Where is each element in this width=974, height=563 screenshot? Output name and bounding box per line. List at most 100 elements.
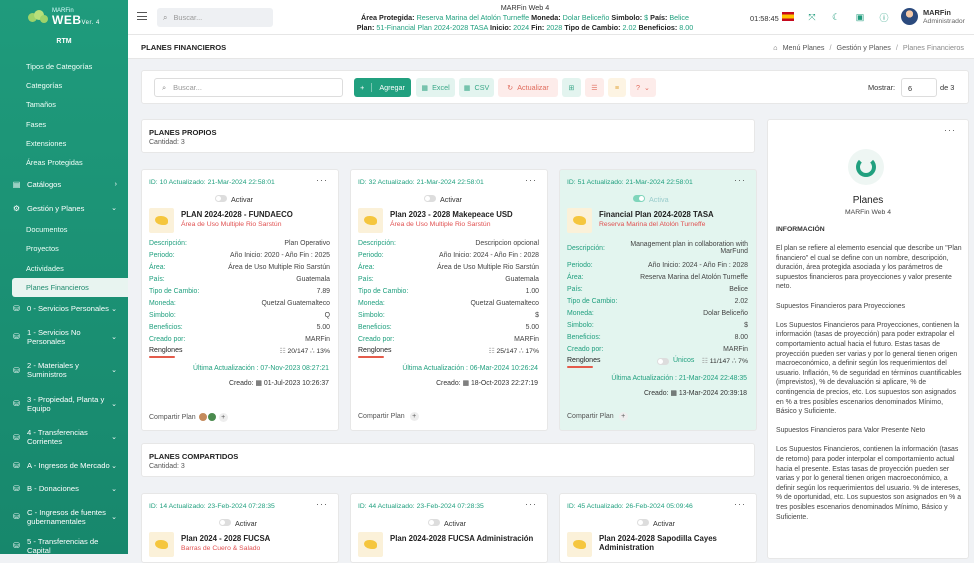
active-toggle[interactable] bbox=[428, 519, 440, 526]
sidebar-item-tipos-categorias[interactable]: Tipos de Categorías bbox=[0, 57, 128, 76]
sidebar-item-areas-protegidas[interactable]: Áreas Protegidas bbox=[0, 153, 128, 172]
share-plan[interactable]: Compartir Plan + bbox=[567, 412, 628, 421]
section-count: Cantidad: 3 bbox=[149, 463, 185, 470]
more-icon[interactable]: ··· bbox=[316, 175, 328, 185]
clipboard-icon[interactable]: ▣ bbox=[854, 11, 866, 23]
sidebar-group-label: A - Ingresos de Mercado bbox=[27, 461, 110, 471]
active-toggle[interactable] bbox=[637, 519, 649, 526]
detail-view-button[interactable]: ≡ bbox=[608, 78, 626, 97]
field-label: Creado por: bbox=[567, 346, 604, 354]
active-toggle[interactable] bbox=[215, 195, 227, 202]
sidebar-item-documentos[interactable]: Documentos bbox=[0, 220, 128, 239]
org-label: RTM bbox=[56, 38, 72, 45]
sidebar-group-b[interactable]: ⛁ B - Donaciones ⌄ bbox=[0, 478, 128, 500]
field-value: 1.00 bbox=[525, 287, 539, 295]
sidebar-group-label: C - Ingresos de fuentes gubernamentales bbox=[27, 507, 106, 526]
shared-plan-card[interactable]: ID: 45 Actualizado: 26-Feb-2024 05:09:46… bbox=[559, 493, 757, 563]
add-button[interactable]: + Agregar bbox=[354, 78, 411, 97]
plan-card[interactable]: ID: 32 Actualizado: 21-Mar-2024 22:58:01… bbox=[350, 169, 548, 431]
plan-name[interactable]: Plan 2024-2028 FUCSA Administración bbox=[390, 534, 544, 543]
plan-card[interactable]: ID: 10 Actualizado: 21-Mar-2024 22:58:01… bbox=[141, 169, 339, 431]
created: Creado: ▦ 01-Jul-2023 10:26:37 bbox=[229, 379, 329, 387]
moon-icon[interactable]: ☾ bbox=[830, 11, 842, 23]
renglones-count: ☷ 25/147 ∴ 17% bbox=[489, 347, 539, 355]
add-share-icon[interactable]: + bbox=[409, 412, 419, 421]
refresh-button[interactable]: ↻ Actualizar bbox=[498, 78, 558, 97]
per-page-input[interactable]: 6 bbox=[901, 78, 937, 97]
share-plan[interactable]: Compartir Plan + bbox=[149, 412, 228, 422]
sidebar-item-categorias[interactable]: Categorías bbox=[0, 76, 128, 95]
coins-icon: ⛁ bbox=[13, 304, 20, 314]
add-share-icon[interactable]: + bbox=[618, 412, 628, 421]
spain-flag-icon[interactable] bbox=[782, 12, 794, 21]
sidebar-group-0[interactable]: ⛁ 0 - Servicios Personales ⌄ bbox=[0, 298, 128, 320]
field-area: Área: Reserva Marina del Atolón Turneffe bbox=[567, 271, 748, 283]
plan-card[interactable]: ID: 51 Actualizado: 21-Mar-2024 22:58:01… bbox=[559, 169, 757, 431]
grid-view-button[interactable]: ⊞ bbox=[562, 78, 581, 97]
breadcrumb-menu-planes[interactable]: Menú Planes bbox=[783, 43, 825, 52]
created-label: Creado: bbox=[643, 390, 671, 397]
help-icon[interactable]: ⓘ bbox=[878, 11, 890, 23]
sidebar-group-catalogos[interactable]: ▤ Catálogos › bbox=[0, 172, 128, 196]
sidebar-group-3[interactable]: ⛁ 3 - Propiedad, Planta y Equipo ⌄ bbox=[0, 387, 128, 421]
page-header: PLANES FINANCIEROS ⌂ Menú Planes / Gestió… bbox=[128, 35, 974, 59]
search-input[interactable]: ⌕ Buscar... bbox=[154, 78, 343, 97]
sidebar-item-extensiones[interactable]: Extensiones bbox=[0, 134, 128, 153]
sidebar-group-4[interactable]: ⛁ 4 - Transferencias Corrientes ⌄ bbox=[0, 421, 128, 454]
more-icon[interactable]: ··· bbox=[525, 175, 537, 185]
breadcrumb-current: Planes Financieros bbox=[902, 43, 964, 52]
more-icon[interactable]: ··· bbox=[525, 499, 537, 509]
unicos-toggle[interactable] bbox=[657, 358, 669, 365]
sidebar-group-gestion[interactable]: ⚙ Gestión y Planes ⌄ bbox=[0, 196, 128, 220]
field-descripcion: Descripción: Plan Operativo bbox=[149, 237, 330, 249]
user-menu[interactable]: MARFin Administrador bbox=[901, 8, 965, 25]
map-icon bbox=[358, 532, 383, 557]
user-name: MARFin bbox=[923, 8, 951, 17]
sidebar-group-5[interactable]: ⛁ 5 - Transferencias de Capital bbox=[0, 534, 128, 554]
section-count: Cantidad: 3 bbox=[149, 139, 185, 146]
plan-name[interactable]: PLAN 2024-2028 - FUNDAECO bbox=[181, 210, 335, 219]
plan-name[interactable]: Plan 2024 - 2028 FUCSA bbox=[181, 534, 335, 543]
coins-icon: ⛁ bbox=[13, 461, 20, 471]
more-icon[interactable]: ··· bbox=[734, 499, 746, 509]
excel-button[interactable]: ▦ Excel bbox=[416, 78, 455, 97]
field-periodo: Periodo: Año Inicio: 2024 - Año Fin : 202… bbox=[567, 259, 748, 271]
active-toggle[interactable] bbox=[219, 519, 231, 526]
active-toggle[interactable] bbox=[633, 195, 645, 202]
sidebar-group-2[interactable]: ⛁ 2 - Materiales y Suministros ⌄ bbox=[0, 354, 128, 387]
label-pais: País: bbox=[650, 13, 668, 22]
menu-toggle-icon[interactable] bbox=[137, 12, 147, 20]
share-plan[interactable]: Compartir Plan + bbox=[358, 412, 419, 421]
breadcrumb-gestion[interactable]: Gestión y Planes bbox=[837, 43, 891, 52]
coins-icon: ⛁ bbox=[13, 512, 20, 522]
sidebar-item-fases[interactable]: Fases bbox=[0, 115, 128, 134]
list-view-button[interactable]: ☰ bbox=[585, 78, 604, 97]
field-value: Año Inicio: 2020 - Año Fin : 2025 bbox=[230, 251, 330, 259]
plan-name[interactable]: Plan 2024-2028 Sapodilla Cayes Administr… bbox=[599, 534, 753, 552]
field-area: Área: Área de Uso Multiple Rio Sarstún bbox=[149, 261, 330, 273]
shared-plan-card[interactable]: ID: 14 Actualizado: 23-Feb-2024 07:28:35… bbox=[141, 493, 339, 563]
sidebar-item-proyectos[interactable]: Proyectos bbox=[0, 239, 128, 258]
global-search-input[interactable]: ⌕ Buscar... bbox=[157, 8, 273, 27]
sidebar-item-planes-financieros[interactable]: Planes Financieros bbox=[12, 277, 128, 297]
sidebar-item-actividades[interactable]: Actividades bbox=[0, 259, 128, 278]
app-logo[interactable]: MARFin WEBVer. 4 bbox=[0, 0, 128, 34]
active-toggle[interactable] bbox=[424, 195, 436, 202]
sidebar-item-tamanos[interactable]: Tamaños bbox=[0, 95, 128, 114]
more-icon[interactable]: ··· bbox=[734, 175, 746, 185]
more-icon[interactable]: ··· bbox=[944, 125, 956, 135]
field-value: MARFin bbox=[514, 336, 539, 344]
field-periodo: Periodo: Año Inicio: 2024 - Año Fin : 202… bbox=[358, 249, 539, 261]
fullscreen-icon[interactable]: ⤧ bbox=[806, 11, 818, 23]
sidebar-group-c[interactable]: ⛁ C - Ingresos de fuentes gubernamentales… bbox=[0, 500, 128, 534]
more-icon[interactable]: ··· bbox=[316, 499, 328, 509]
field-value: 5.00 bbox=[525, 324, 539, 332]
add-share-icon[interactable]: + bbox=[218, 412, 228, 422]
help-dropdown[interactable]: ? ⌄ bbox=[630, 78, 656, 97]
csv-button[interactable]: ▦ CSV bbox=[459, 78, 494, 97]
plan-name[interactable]: Financial Plan 2024-2028 TASA bbox=[599, 210, 753, 219]
plan-name[interactable]: Plan 2023 - 2028 Makepeace USD bbox=[390, 210, 544, 219]
shared-plan-card[interactable]: ID: 44 Actualizado: 23-Feb-2024 07:28:35… bbox=[350, 493, 548, 563]
sidebar-group-a[interactable]: ⛁ A - Ingresos de Mercado ⌄ bbox=[0, 454, 128, 478]
sidebar-group-1[interactable]: ⛁ 1 - Servicios No Personales ⌄ bbox=[0, 320, 128, 354]
